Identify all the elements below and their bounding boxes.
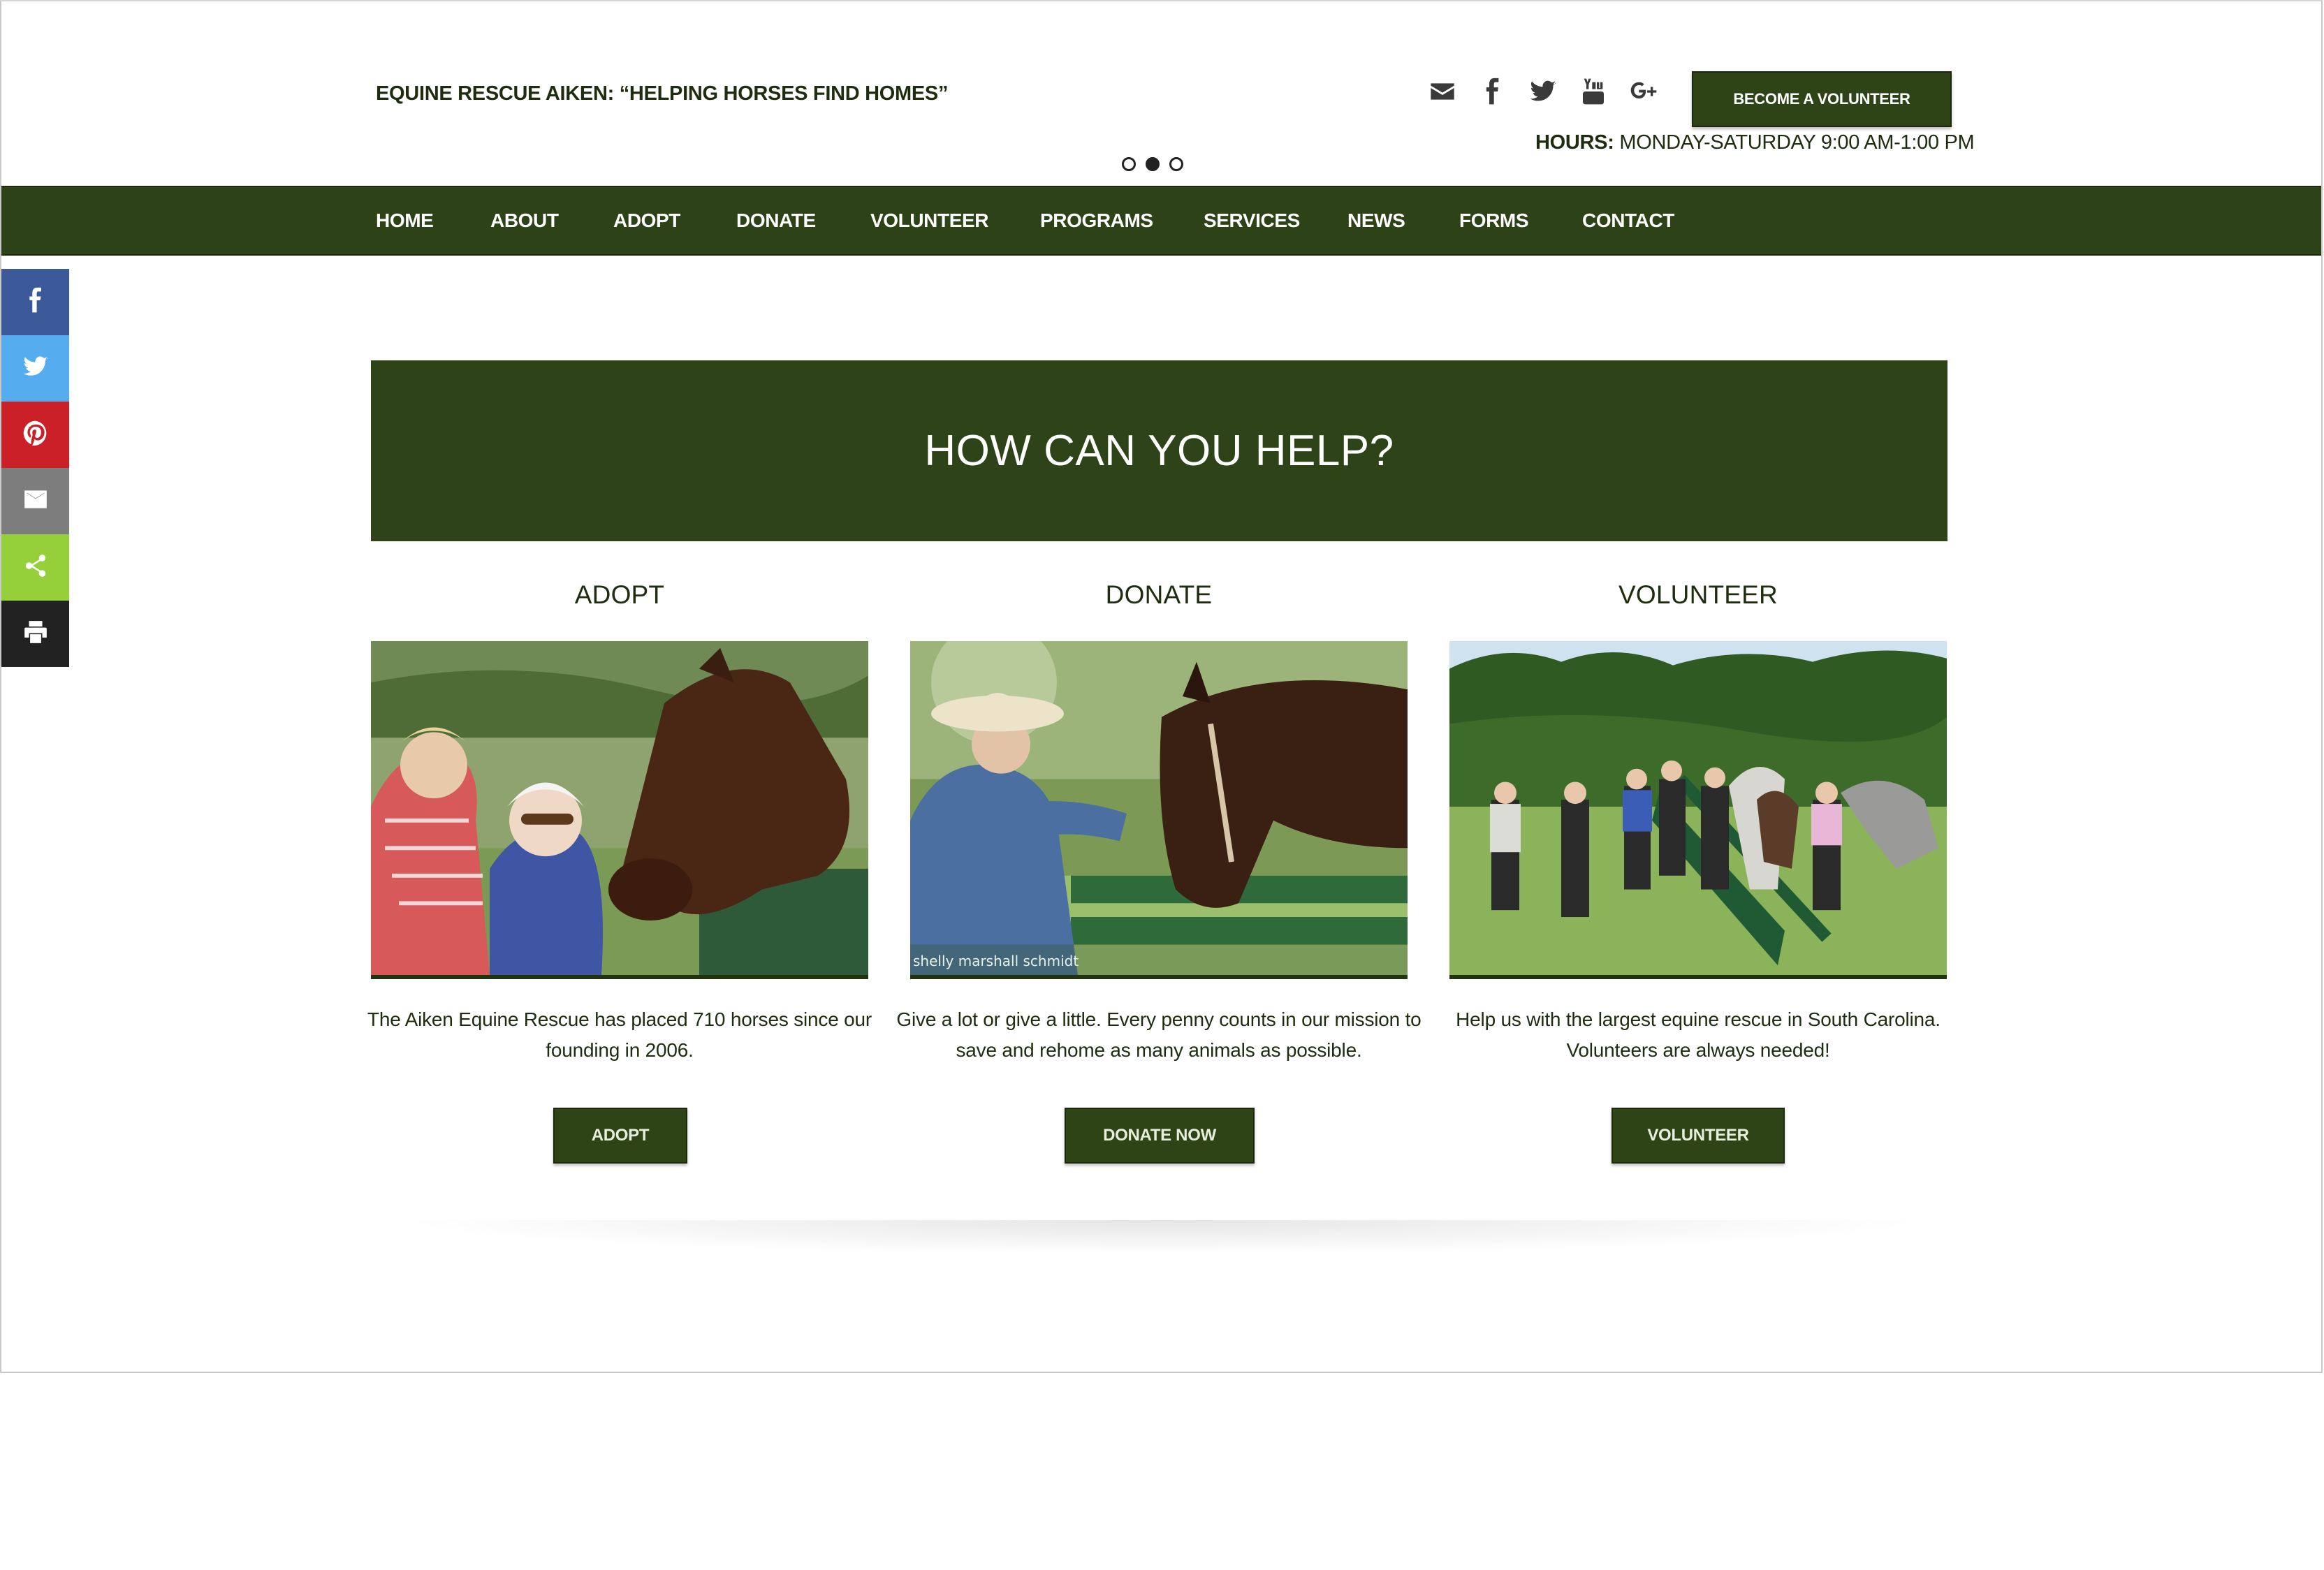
email-icon[interactable] — [1426, 75, 1459, 108]
nav-item-home[interactable]: HOME — [376, 187, 434, 254]
section-divider-shadow — [393, 1220, 1929, 1255]
share-generic-button[interactable] — [1, 534, 69, 601]
column-description: The Aiken Equine Rescue has placed 710 h… — [367, 1008, 872, 1061]
hours-label: HOURS: — [1535, 131, 1614, 154]
donate-now-button[interactable]: DONATE NOW — [1065, 1108, 1255, 1164]
twitter-icon[interactable] — [1527, 75, 1559, 108]
adopt-photo[interactable] — [371, 641, 868, 979]
column-title: DONATE — [1105, 580, 1213, 609]
nav-item-contact[interactable]: CONTACT — [1582, 187, 1674, 254]
hours-value: MONDAY-SATURDAY 9:00 AM-1:00 PM — [1619, 131, 1975, 154]
nav-item-programs[interactable]: PROGRAMS — [1040, 187, 1153, 254]
nav-item-forms[interactable]: FORMS — [1459, 187, 1529, 254]
slider-dot-3[interactable] — [1169, 157, 1183, 171]
adopt-button[interactable]: ADOPT — [553, 1108, 687, 1164]
help-banner: HOW CAN YOU HELP? — [371, 360, 1947, 541]
share-pinterest-button[interactable] — [1, 402, 69, 468]
volunteer-photo-illustration — [1449, 641, 1947, 975]
nav-item-donate[interactable]: DONATE — [736, 187, 816, 254]
photo-credit: shelly marshall schmidt — [913, 953, 1079, 969]
donate-photo-illustration — [910, 641, 1408, 975]
main-navigation: HOME ABOUT ADOPT DONATE VOLUNTEER PROGRA… — [1, 186, 2321, 256]
volunteer-photo[interactable] — [1449, 641, 1947, 979]
donate-photo[interactable]: shelly marshall schmidt — [910, 641, 1408, 979]
header-social-links — [1426, 75, 1660, 108]
column-description: Help us with the largest equine rescue i… — [1456, 1008, 1941, 1061]
column-title: ADOPT — [574, 580, 665, 609]
share-twitter-button[interactable] — [1, 335, 69, 402]
facebook-icon[interactable] — [1477, 75, 1509, 108]
column-title: VOLUNTEER — [1618, 580, 1778, 609]
share-email-button[interactable] — [1, 468, 69, 534]
pinterest-icon — [22, 420, 49, 450]
share-icon — [22, 552, 49, 582]
slider-dots — [1122, 157, 1183, 171]
email-icon — [22, 486, 49, 516]
share-print-button[interactable] — [1, 601, 69, 667]
site-tagline[interactable]: EQUINE RESCUE AIKEN: “HELPING HORSES FIN… — [376, 82, 948, 105]
nav-item-adopt[interactable]: ADOPT — [613, 187, 680, 254]
slider-dot-1[interactable] — [1122, 157, 1136, 171]
twitter-icon — [22, 353, 49, 383]
youtube-icon[interactable] — [1577, 75, 1609, 108]
opening-hours: HOURS: MONDAY-SATURDAY 9:00 AM-1:00 PM — [1535, 131, 1975, 154]
nav-item-about[interactable]: ABOUT — [490, 187, 559, 254]
print-icon — [22, 619, 49, 649]
share-facebook-button[interactable] — [1, 269, 69, 335]
adopt-photo-illustration — [371, 641, 868, 975]
volunteer-button[interactable]: VOLUNTEER — [1612, 1108, 1785, 1164]
become-volunteer-button[interactable]: BECOME A VOLUNTEER — [1692, 71, 1952, 127]
volunteer-column: VOLUNTEER Help us with the largest equin… — [1449, 574, 1947, 1164]
banner-title: HOW CAN YOU HELP? — [924, 427, 1394, 475]
nav-item-news[interactable]: NEWS — [1347, 187, 1405, 254]
google-plus-icon[interactable] — [1628, 75, 1660, 108]
floating-share-bar — [1, 269, 69, 667]
browser-viewport: EQUINE RESCUE AIKEN: “HELPING HORSES FIN… — [0, 0, 2323, 1373]
facebook-icon — [22, 287, 49, 317]
nav-item-services[interactable]: SERVICES — [1204, 187, 1300, 254]
adopt-column: ADOPT The Aiken Equine Rescue has placed… — [367, 574, 872, 1164]
slider-dot-2[interactable] — [1146, 157, 1160, 171]
nav-item-volunteer[interactable]: VOLUNTEER — [870, 187, 988, 254]
donate-column: DONATE shelly marshall schmidt Give a lo… — [896, 574, 1422, 1164]
column-description: Give a lot or give a little. Every penny… — [896, 1008, 1422, 1061]
